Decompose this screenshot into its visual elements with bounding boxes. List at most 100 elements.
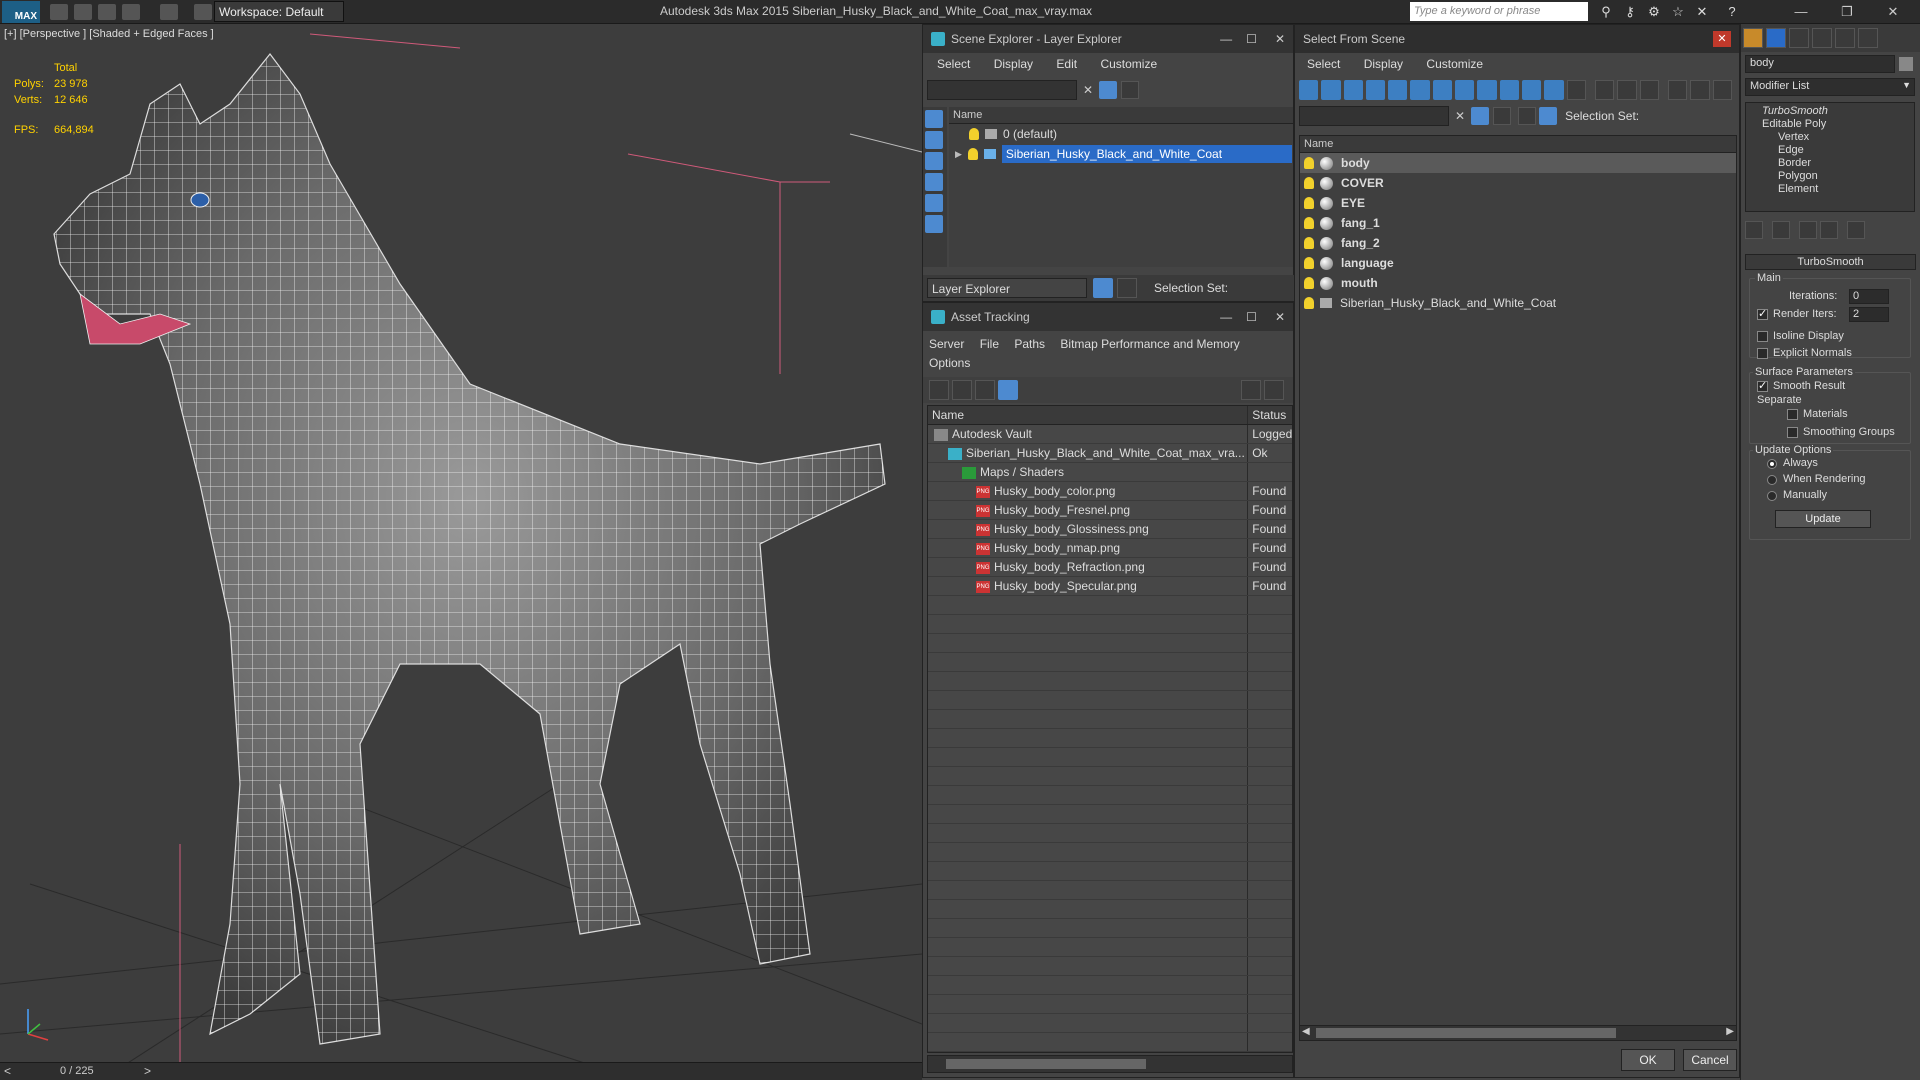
select-invert-icon[interactable] <box>1639 80 1659 100</box>
light-bulb-icon[interactable] <box>1304 157 1314 169</box>
object-color-swatch[interactable] <box>1899 57 1913 71</box>
sfs-menu-display[interactable]: Display <box>1364 57 1403 71</box>
display-tab-icon[interactable] <box>1835 28 1855 48</box>
asset-row[interactable]: PNG Husky_body_Specular.png Found <box>928 577 1292 596</box>
search-input[interactable]: Type a keyword or phrase <box>1410 2 1588 21</box>
stack-item-edge[interactable]: Edge <box>1750 144 1910 157</box>
favorites-star-icon[interactable]: ☆ <box>1670 4 1686 20</box>
show-end-result-icon[interactable] <box>1772 221 1790 239</box>
light-bulb-icon[interactable] <box>1304 197 1314 209</box>
workspace-dropdown[interactable]: Workspace: Default <box>214 1 344 22</box>
scene-explorer-search-field[interactable] <box>927 80 1077 100</box>
project-folder-icon[interactable] <box>194 4 212 20</box>
filter-shapes-icon[interactable] <box>1321 80 1341 100</box>
stack-item-vertex[interactable]: Vertex <box>1750 131 1910 144</box>
filter-containers-icon[interactable] <box>1499 80 1519 100</box>
ok-button[interactable]: OK <box>1621 1049 1675 1071</box>
create-tab-icon[interactable] <box>1743 28 1763 48</box>
max-logo[interactable]: MAX <box>2 1 40 23</box>
display-geometry-icon[interactable] <box>925 110 943 128</box>
exchange-icon[interactable]: ✕ <box>1694 4 1710 20</box>
help-icon[interactable]: ? <box>1724 4 1740 20</box>
col-status-header[interactable]: Status <box>1248 406 1292 424</box>
chevron-down-icon[interactable]: ▼ <box>1902 80 1911 90</box>
asset-row[interactable]: PNG Husky_body_Fresnel.png Found <box>928 501 1292 520</box>
menu-server[interactable]: Server <box>929 337 964 351</box>
display-shapes-icon[interactable] <box>925 131 943 149</box>
menu-select[interactable]: Select <box>937 57 970 71</box>
sfs-menu-select[interactable]: Select <box>1307 57 1340 71</box>
object-row[interactable]: COVER <box>1300 173 1736 193</box>
filter-cameras-icon[interactable] <box>1365 80 1386 100</box>
sfs-filter-icon[interactable] <box>1471 107 1490 125</box>
select-none-icon[interactable] <box>1617 80 1637 100</box>
filter-all-icon[interactable] <box>1566 80 1586 100</box>
manually-radio[interactable] <box>1767 491 1777 501</box>
stack-item-element[interactable]: Element <box>1750 183 1910 196</box>
select-all-icon[interactable] <box>1594 80 1615 100</box>
key-icon[interactable]: ⚷ <box>1622 4 1638 20</box>
remove-modifier-icon[interactable] <box>1820 221 1838 239</box>
time-slider-prev-icon[interactable]: < <box>4 1064 11 1078</box>
restore-icon[interactable]: ❐ <box>1830 3 1864 21</box>
asset-tracking-maximize-icon[interactable]: ☐ <box>1246 310 1257 324</box>
smooth-result-checkbox[interactable] <box>1757 379 1768 392</box>
update-button[interactable]: Update <box>1775 510 1871 528</box>
menu-display[interactable]: Display <box>994 57 1033 71</box>
turbosmooth-rollout-header[interactable]: TurboSmooth <box>1745 254 1916 270</box>
object-row[interactable]: fang_1 <box>1300 213 1736 233</box>
clear-search-icon[interactable]: ✕ <box>1083 83 1093 97</box>
list-view-icon[interactable] <box>952 380 972 400</box>
open-file-icon[interactable] <box>74 4 92 20</box>
sort-icon[interactable] <box>1690 80 1710 100</box>
layer-column-name[interactable]: Name <box>949 107 1293 124</box>
binoculars-icon[interactable]: ⚲ <box>1598 4 1614 20</box>
materials-checkbox[interactable] <box>1787 409 1798 420</box>
menu-file[interactable]: File <box>980 337 999 351</box>
funnel-icon[interactable] <box>1668 80 1688 100</box>
perspective-viewport[interactable]: [+] [Perspective ] [Shaded + Edged Faces… <box>0 24 922 1068</box>
filter-frozen-icon[interactable] <box>1521 80 1542 100</box>
scrollbar-thumb[interactable] <box>946 1059 1146 1069</box>
light-bulb-icon[interactable] <box>1304 297 1314 309</box>
iterations-spinner[interactable]: 0 <box>1849 289 1889 304</box>
hierarchy-icon[interactable] <box>1117 278 1137 298</box>
asset-row[interactable]: PNG Husky_body_color.png Found <box>928 482 1292 501</box>
scroll-left-icon[interactable]: ◀ <box>1302 1026 1310 1037</box>
cancel-button[interactable]: Cancel <box>1683 1049 1737 1071</box>
scroll-right-icon[interactable]: ▶ <box>1726 1026 1734 1037</box>
scene-explorer-minimize-icon[interactable]: — <box>1220 32 1232 46</box>
close-icon[interactable]: ✕ <box>1876 3 1910 21</box>
undo-icon[interactable] <box>122 4 140 20</box>
asset-row[interactable]: Autodesk Vault Logged <box>928 425 1292 444</box>
thumbnail-view-icon[interactable] <box>975 380 995 400</box>
scene-explorer-maximize-icon[interactable]: ☐ <box>1246 32 1257 46</box>
motion-tab-icon[interactable] <box>1812 28 1832 48</box>
when-rendering-radio[interactable] <box>1767 475 1777 485</box>
scene-explorer-close-icon[interactable]: ✕ <box>1275 32 1285 46</box>
explicit-normals-checkbox[interactable] <box>1757 348 1768 359</box>
always-radio[interactable] <box>1767 459 1777 469</box>
filter-lights-icon[interactable] <box>1343 80 1363 100</box>
refresh-icon[interactable] <box>929 380 949 400</box>
time-slider-next-icon[interactable]: > <box>144 1064 151 1078</box>
display-cameras-icon[interactable] <box>925 173 943 191</box>
object-list-scrollbar[interactable]: ◀ ▶ <box>1299 1025 1737 1041</box>
object-row[interactable]: language <box>1300 253 1736 273</box>
hierarchy-tab-icon[interactable] <box>1789 28 1809 48</box>
sfs-menu-customize[interactable]: Customize <box>1426 57 1483 71</box>
modify-tab-icon[interactable] <box>1766 28 1786 48</box>
viewport-label[interactable]: [+] [Perspective ] [Shaded + Edged Faces… <box>4 28 214 40</box>
col-name-header[interactable]: Name <box>928 406 1249 424</box>
object-scrollbar-thumb[interactable] <box>1316 1028 1616 1038</box>
modifier-list-dropdown[interactable]: Modifier List ▼ <box>1745 78 1915 96</box>
object-row[interactable]: mouth <box>1300 273 1736 293</box>
filter-spacewarps-icon[interactable] <box>1410 80 1430 100</box>
asset-tracking-close-icon[interactable]: ✕ <box>1275 310 1285 324</box>
asset-tracking-minimize-icon[interactable]: — <box>1220 310 1232 324</box>
light-bulb-icon[interactable] <box>1304 217 1314 229</box>
sfs-layers-icon[interactable] <box>1493 107 1512 125</box>
subscription-icon[interactable]: ⚙ <box>1646 4 1662 20</box>
render-iters-spinner[interactable]: 2 <box>1849 307 1889 322</box>
filter-helpers-icon[interactable] <box>1388 80 1408 100</box>
